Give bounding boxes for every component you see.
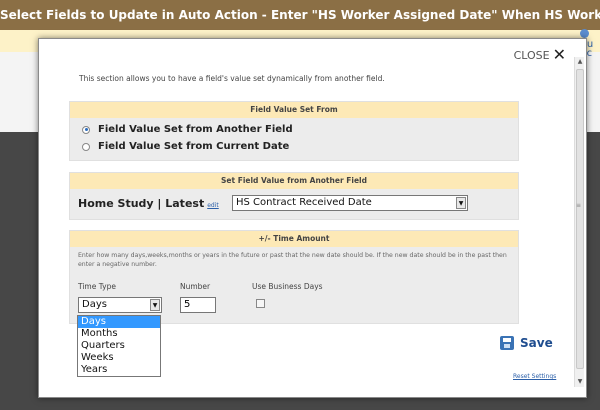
arrow-icon bbox=[580, 28, 589, 38]
scroll-grip-icon: ≡ bbox=[576, 202, 582, 209]
radio-another-field[interactable]: Field Value Set from Another Field bbox=[82, 124, 293, 135]
time-type-select[interactable]: Days ▼ bbox=[78, 297, 162, 313]
business-days-label: Use Business Days bbox=[252, 282, 323, 291]
radio-unselected-icon[interactable] bbox=[82, 142, 90, 151]
set-from-field-section: Set Field Value from Another Field Home … bbox=[69, 172, 519, 220]
scroll-down-icon[interactable]: ▼ bbox=[576, 378, 584, 386]
close-button[interactable]: CLOSE ✕ bbox=[514, 45, 566, 64]
chevron-down-icon[interactable]: ▼ bbox=[456, 197, 466, 209]
option-quarters[interactable]: Quarters bbox=[78, 340, 160, 352]
section-heading: Set Field Value from Another Field bbox=[70, 173, 518, 189]
floppy-disk-icon bbox=[500, 336, 514, 350]
option-weeks[interactable]: Weeks bbox=[78, 352, 160, 364]
option-years[interactable]: Years bbox=[78, 364, 160, 376]
number-label: Number bbox=[180, 282, 211, 291]
intro-text: This section allows you to have a field'… bbox=[79, 74, 385, 83]
time-type-dropdown-list: Days Months Quarters Weeks Years bbox=[77, 315, 161, 377]
scroll-up-icon[interactable]: ▲ bbox=[576, 58, 584, 66]
field-update-dialog: CLOSE ✕ ▲ ≡ ▼ This section allows you to … bbox=[38, 38, 587, 398]
source-label: Home Study | Latest edit bbox=[78, 197, 219, 210]
dialog-scrollbar[interactable]: ▲ ≡ ▼ bbox=[574, 57, 584, 387]
time-amount-section: +/- Time Amount Enter how many days,week… bbox=[69, 230, 519, 324]
close-icon: ✕ bbox=[552, 45, 566, 64]
radio-current-date[interactable]: Field Value Set from Current Date bbox=[82, 141, 289, 152]
edit-link[interactable]: edit bbox=[207, 202, 219, 209]
time-type-label: Time Type bbox=[78, 282, 116, 291]
value-set-from-section: Field Value Set From Field Value Set fro… bbox=[69, 101, 519, 161]
page-header: Select Fields to Update in Auto Action -… bbox=[0, 0, 600, 30]
source-field-select[interactable]: HS Contract Received Date ▼ bbox=[232, 195, 468, 211]
business-days-checkbox[interactable] bbox=[256, 299, 265, 308]
section-heading: +/- Time Amount bbox=[70, 231, 518, 247]
section-heading: Field Value Set From bbox=[70, 102, 518, 118]
option-days[interactable]: Days bbox=[78, 316, 160, 328]
option-months[interactable]: Months bbox=[78, 328, 160, 340]
number-input[interactable]: 5 bbox=[180, 297, 216, 313]
time-amount-help: Enter how many days,weeks,months or year… bbox=[78, 252, 507, 268]
chevron-down-icon[interactable]: ▼ bbox=[150, 299, 160, 311]
save-button[interactable]: Save bbox=[500, 336, 553, 350]
scroll-thumb[interactable] bbox=[576, 69, 584, 369]
radio-selected-icon[interactable] bbox=[82, 125, 90, 134]
reset-settings-link[interactable]: Reset Settings bbox=[513, 373, 556, 380]
